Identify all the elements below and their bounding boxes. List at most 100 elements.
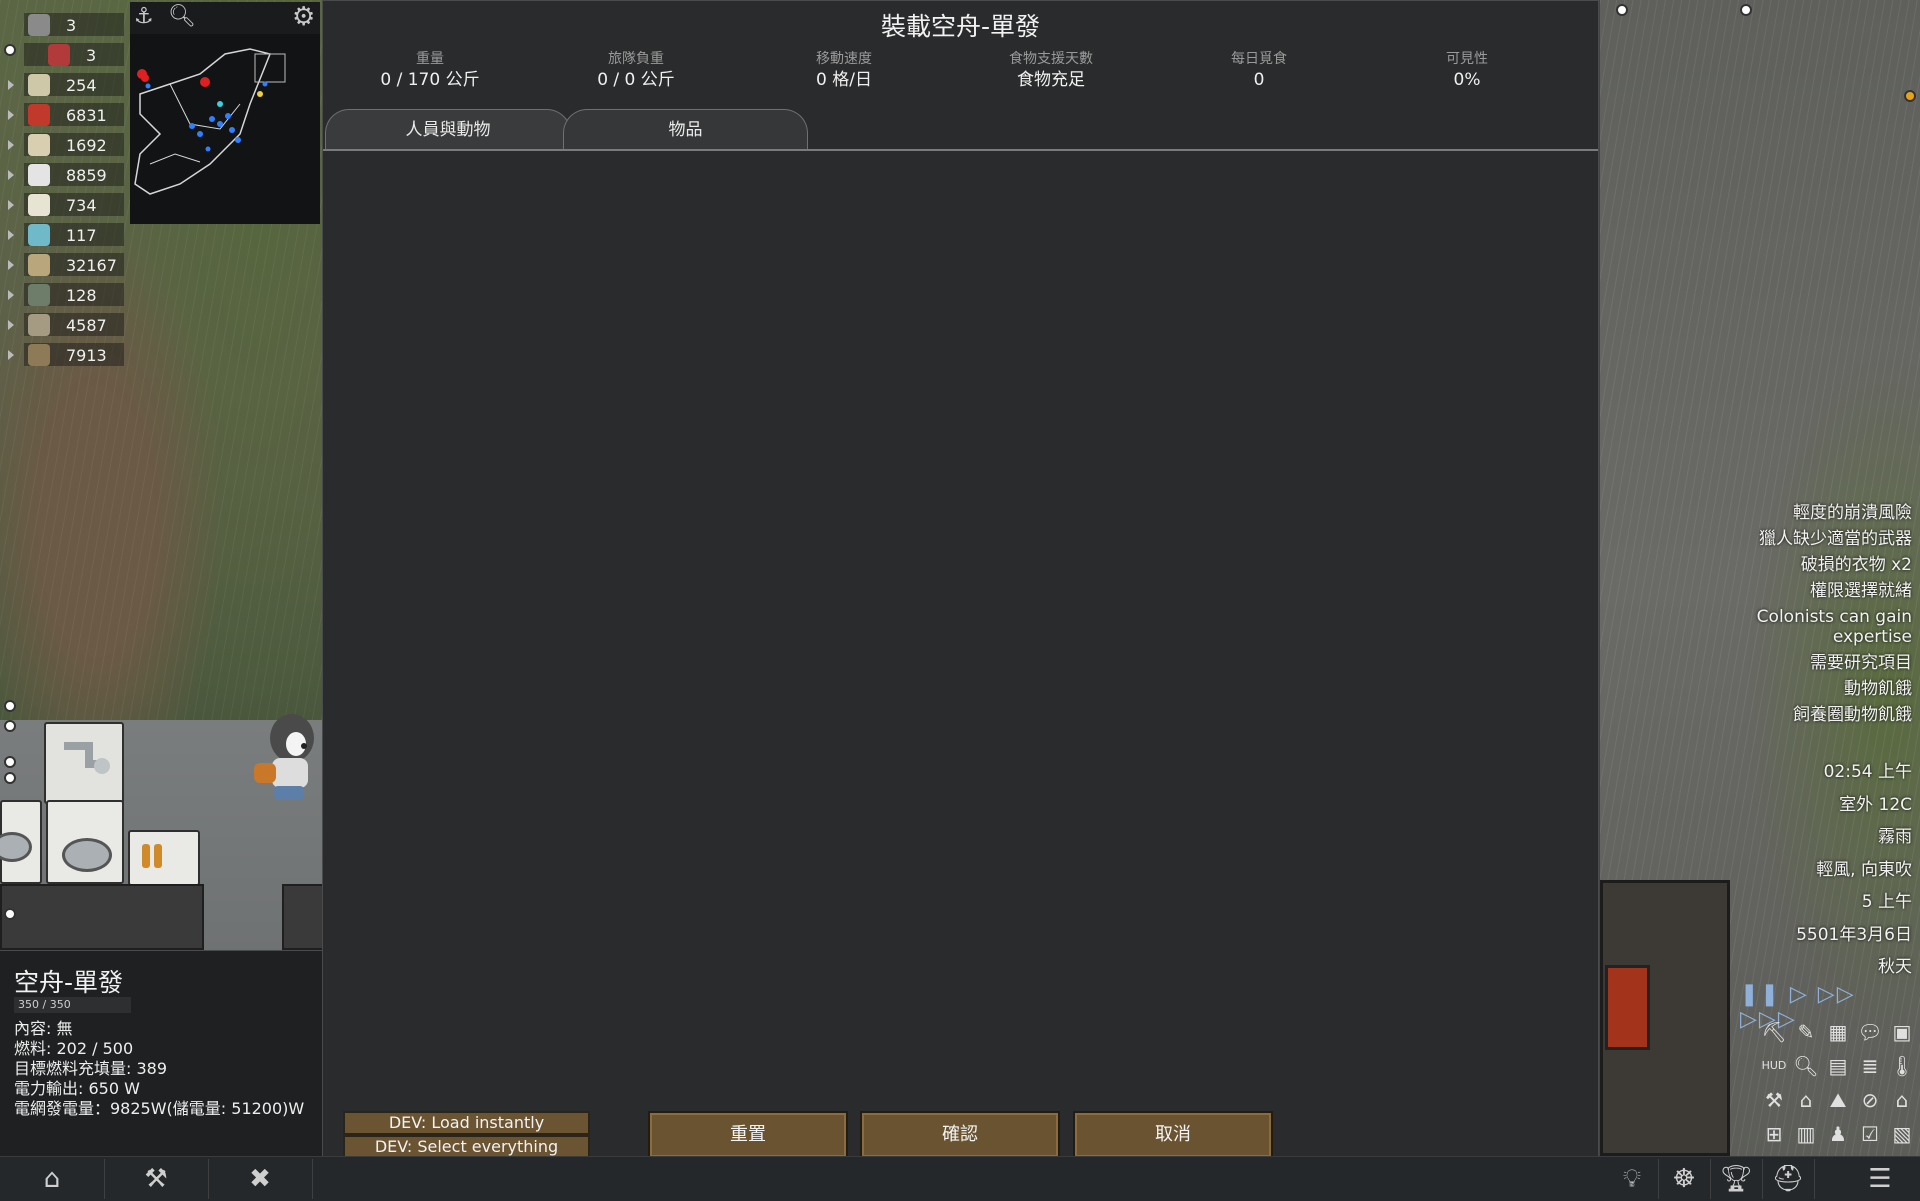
zone-overlay-icon[interactable]: ▦: [1824, 1018, 1852, 1046]
check-overlay-icon[interactable]: ☑: [1856, 1120, 1884, 1148]
door[interactable]: [1605, 965, 1650, 1050]
washing-machine-2[interactable]: [46, 800, 124, 884]
expand-arrow-icon[interactable]: [8, 320, 14, 330]
alert-item[interactable]: 動物飢餓: [1712, 676, 1912, 702]
menu-button[interactable]: ☰: [1840, 1159, 1920, 1199]
resource-row[interactable]: 7913: [0, 340, 130, 370]
alert-item[interactable]: 輕度的崩潰風險: [1712, 500, 1912, 526]
grid-overlay-icon[interactable]: ⊞: [1760, 1120, 1788, 1148]
table-overlay-icon[interactable]: ▧: [1888, 1120, 1916, 1148]
resource-row[interactable]: 8859: [0, 160, 130, 190]
map-marker[interactable]: [4, 908, 16, 920]
list-overlay-icon[interactable]: ≣: [1856, 1052, 1884, 1080]
home-overlay-icon[interactable]: ⌂: [1792, 1086, 1820, 1114]
hud-overlay-icon[interactable]: HUD: [1760, 1052, 1788, 1080]
pawn-overlay-icon[interactable]: ♟: [1824, 1120, 1852, 1148]
expand-arrow-icon[interactable]: [8, 80, 14, 90]
confirm-button[interactable]: 確認: [860, 1111, 1060, 1159]
expand-arrow-icon[interactable]: [8, 200, 14, 210]
resource-row[interactable]: 117: [0, 220, 130, 250]
colonist-pawn[interactable]: [250, 708, 320, 808]
resource-row[interactable]: 3: [0, 40, 130, 70]
house-overlay-icon[interactable]: ⌂: [1888, 1086, 1916, 1114]
temperature-overlay-icon[interactable]: 🌡︎: [1888, 1052, 1916, 1080]
map-marker[interactable]: [1904, 90, 1916, 102]
expand-arrow-icon[interactable]: [8, 290, 14, 300]
cancel-button[interactable]: 取消: [1073, 1111, 1273, 1159]
architect-tab-button[interactable]: ⚒: [104, 1159, 209, 1199]
alert-item[interactable]: Colonists can gain expertise: [1712, 604, 1912, 650]
alert-item[interactable]: 破損的衣物 x2: [1712, 552, 1912, 578]
mountain-overlay-icon[interactable]: ⛰: [1824, 1086, 1852, 1114]
hammer-overlay-icon[interactable]: ⚒: [1760, 1086, 1788, 1114]
reset-button[interactable]: 重置: [648, 1111, 848, 1159]
speech-overlay-icon[interactable]: 💬︎: [1856, 1018, 1884, 1046]
resource-row[interactable]: 4587: [0, 310, 130, 340]
stat-value: 0%: [1453, 70, 1481, 90]
resource-count: 7913: [66, 345, 107, 365]
mine-overlay-icon[interactable]: ⛏: [1760, 1018, 1788, 1046]
expand-arrow-icon[interactable]: [8, 140, 14, 150]
cancel-designation-button[interactable]: ✖: [208, 1159, 313, 1199]
resource-row[interactable]: 254: [0, 70, 130, 100]
stat-label: 可見性: [1446, 51, 1488, 67]
battery[interactable]: [128, 830, 200, 886]
search-overlay-icon[interactable]: 🔍︎: [1792, 1052, 1820, 1080]
ideology-button[interactable]: ☸: [1658, 1159, 1711, 1199]
map-marker[interactable]: [4, 700, 16, 712]
caravan-stats: 重量 0 / 170 公斤 旅隊負重 0 / 0 公斤 移動速度 0 格/日 食…: [323, 49, 1598, 93]
map-marker[interactable]: [1740, 4, 1752, 16]
expand-arrow-icon[interactable]: [8, 170, 14, 180]
expand-arrow-icon[interactable]: [8, 230, 14, 240]
dev-load-instantly-button[interactable]: DEV: Load instantly: [343, 1111, 590, 1135]
map-marker[interactable]: [4, 720, 16, 732]
map-marker[interactable]: [1616, 4, 1628, 16]
expand-arrow-icon[interactable]: [8, 110, 14, 120]
screen-overlay-icon[interactable]: ▣: [1888, 1018, 1916, 1046]
pause-icon[interactable]: ❚❚: [1740, 982, 1781, 1007]
factions-button[interactable]: ⛑: [1762, 1159, 1815, 1199]
alert-item[interactable]: 獵人缺少適當的武器: [1712, 526, 1912, 552]
home-tab-button[interactable]: ⌂: [0, 1159, 105, 1199]
alert-item[interactable]: 飼養圈動物飢餓: [1712, 702, 1912, 728]
roof-overlay-icon[interactable]: ▤: [1824, 1052, 1852, 1080]
books-icon: [48, 44, 70, 66]
time-readout: 02:54 上午: [1823, 762, 1912, 782]
magnifier-icon[interactable]: 🔍︎: [168, 4, 196, 29]
compass-overlay-icon[interactable]: ⊘: [1856, 1086, 1884, 1114]
play-icon[interactable]: ▷: [1790, 982, 1809, 1007]
minimap[interactable]: [130, 34, 320, 224]
wood-plank-icon: [28, 134, 50, 156]
fueled-generator[interactable]: [44, 722, 124, 804]
resource-row[interactable]: 3: [0, 10, 130, 40]
resource-row[interactable]: 6831: [0, 100, 130, 130]
inspect-panel: 空舟-單發 350 / 350 內容: 無 燃料: 202 / 500 目標燃料…: [0, 950, 322, 1156]
alert-item[interactable]: 權限選擇就緒: [1712, 578, 1912, 604]
pencil-overlay-icon[interactable]: ✎: [1792, 1018, 1820, 1046]
washing-machine-1[interactable]: [0, 800, 42, 884]
expand-arrow-icon[interactable]: [8, 350, 14, 360]
transferable-list[interactable]: [323, 151, 1598, 1091]
anchor-icon[interactable]: ⚓: [134, 4, 154, 29]
chart-overlay-icon[interactable]: ▥: [1792, 1120, 1820, 1148]
resource-row[interactable]: 734: [0, 190, 130, 220]
expand-arrow-icon[interactable]: [8, 260, 14, 270]
resource-row[interactable]: 32167: [0, 250, 130, 280]
gear-icon[interactable]: ⚙: [292, 2, 315, 32]
resource-row[interactable]: 128: [0, 280, 130, 310]
fast-forward-icon[interactable]: ▷▷: [1818, 982, 1856, 1007]
resource-row[interactable]: 1692: [0, 130, 130, 160]
learning-helper-button[interactable]: 💡︎: [1606, 1159, 1659, 1199]
achievements-button[interactable]: 🏆︎: [1710, 1159, 1763, 1199]
map-marker[interactable]: [4, 772, 16, 784]
wind-readout: 輕風, 向東吹: [1816, 859, 1912, 880]
stat-label: 重量: [416, 51, 444, 67]
alerts-list: 輕度的崩潰風險 獵人缺少適當的武器 破損的衣物 x2 權限選擇就緒 Coloni…: [1712, 500, 1912, 728]
date-readout: 5501年3月6日: [1796, 924, 1912, 945]
tab-items[interactable]: 物品: [563, 109, 808, 149]
temperature-readout: 室外 12C: [1839, 794, 1912, 815]
map-marker[interactable]: [4, 756, 16, 768]
resource-count: 734: [66, 195, 97, 215]
alert-item[interactable]: 需要研究項目: [1712, 650, 1912, 676]
tab-pawns-animals[interactable]: 人員與動物: [325, 109, 571, 149]
